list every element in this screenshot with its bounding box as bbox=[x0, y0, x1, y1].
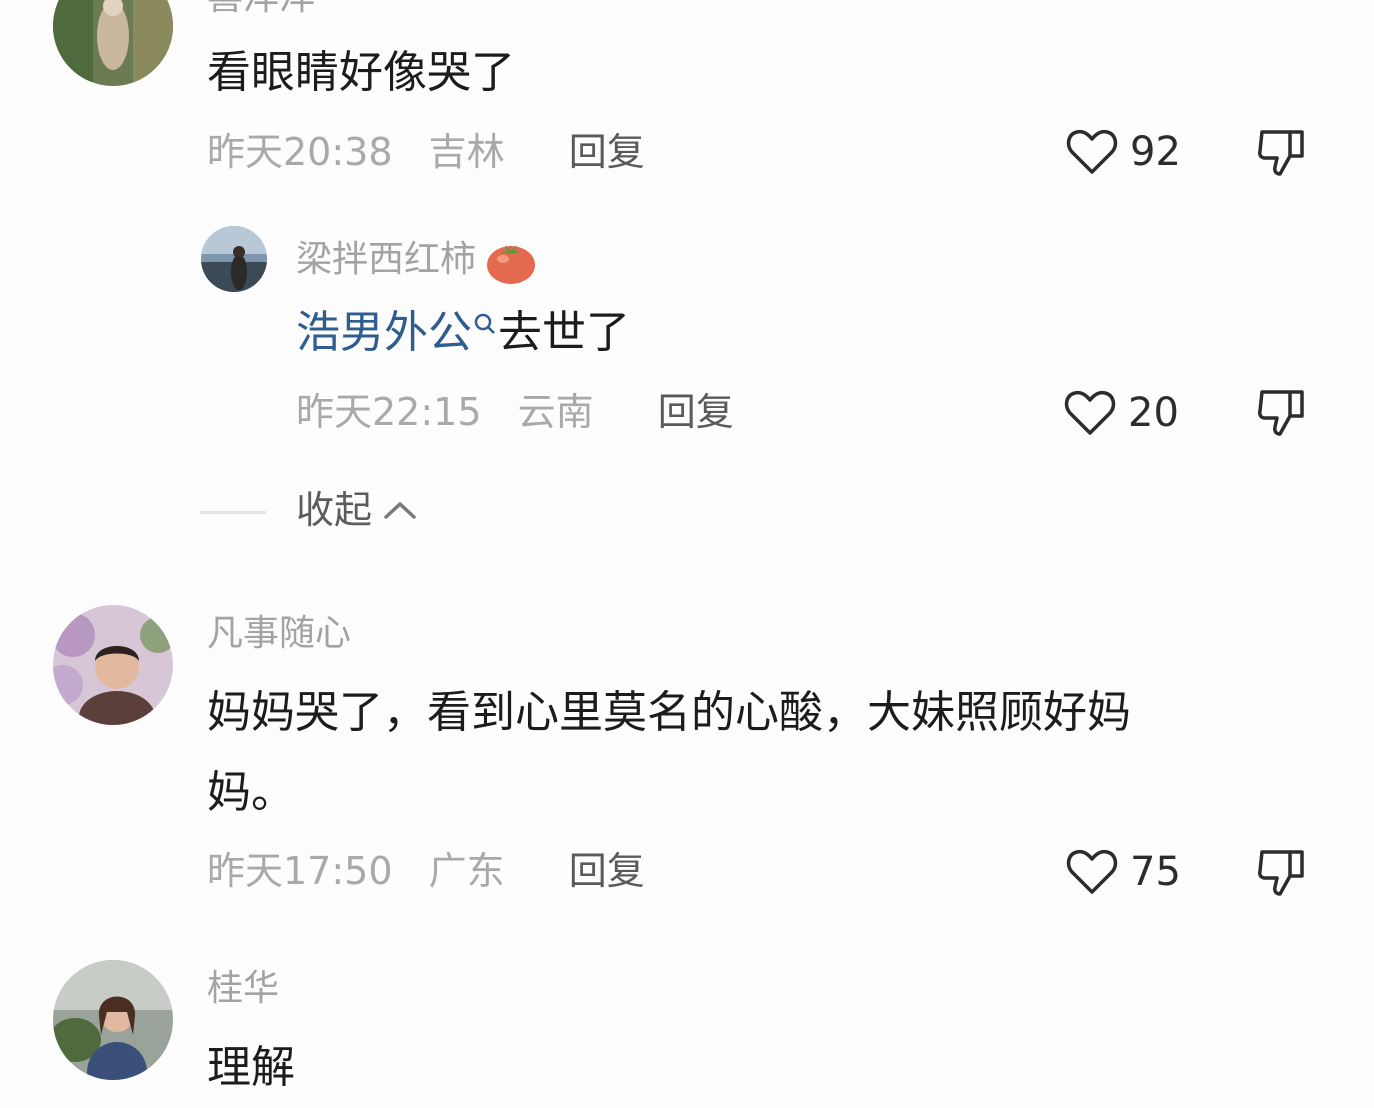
comment-username[interactable]: 凡事随心 bbox=[207, 616, 351, 652]
reply-button[interactable]: 回复 bbox=[658, 390, 734, 434]
collapse-divider bbox=[200, 511, 266, 514]
reply-username[interactable]: 梁拌西红柿 bbox=[296, 237, 537, 285]
comment-meta: 昨天20:38 吉林 回复 bbox=[207, 133, 645, 171]
comment-location: 吉林 bbox=[428, 130, 505, 174]
reply-button[interactable]: 回复 bbox=[569, 849, 645, 893]
search-icon bbox=[474, 313, 495, 334]
heart-outline-icon bbox=[1066, 849, 1118, 894]
avatar[interactable] bbox=[53, 0, 173, 86]
thumbs-down-icon bbox=[1258, 390, 1304, 436]
like-count: 20 bbox=[1128, 390, 1179, 436]
like-button[interactable]: 20 bbox=[1064, 389, 1179, 437]
like-count: 75 bbox=[1130, 849, 1181, 895]
like-button[interactable]: 92 bbox=[1066, 128, 1181, 176]
reply-text: 浩男外公 去世了 bbox=[296, 307, 630, 358]
like-button[interactable]: 75 bbox=[1066, 848, 1181, 896]
reply-button[interactable]: 回复 bbox=[569, 130, 645, 174]
reply-meta: 昨天22:15 云南 回复 bbox=[296, 393, 734, 431]
comment-username[interactable]: 桂华 bbox=[207, 971, 279, 1007]
collapse-label: 收起 bbox=[296, 488, 373, 532]
collapse-button[interactable]: 收起 bbox=[296, 491, 420, 529]
mention-link[interactable]: 浩男外公 bbox=[296, 307, 472, 358]
comment-text-line: 妈。 bbox=[207, 767, 295, 818]
comment-text-line: 妈妈哭了，看到心里莫名的心酸，大妹照顾好妈 bbox=[207, 687, 1131, 738]
tomato-emoji bbox=[487, 245, 536, 284]
thumbs-down-icon bbox=[1258, 130, 1304, 176]
heart-outline-icon bbox=[1066, 129, 1118, 174]
dislike-button[interactable] bbox=[1256, 846, 1308, 902]
avatar[interactable] bbox=[201, 226, 267, 292]
chevron-up-icon bbox=[384, 502, 416, 519]
comment-username[interactable]: 喜洋洋 bbox=[207, 0, 315, 16]
comment-text: 看眼睛好像哭了 bbox=[207, 47, 515, 98]
comment-meta: 昨天17:50 广东 回复 bbox=[207, 852, 645, 890]
reply-location: 云南 bbox=[517, 390, 594, 434]
heart-outline-icon bbox=[1064, 390, 1116, 435]
comment-time: 昨天17:50 bbox=[207, 849, 393, 893]
comment-text: 妈妈哭了，看到心里莫名的心酸，大妹照顾好妈 妈。 bbox=[207, 673, 1307, 833]
comment-time: 昨天20:38 bbox=[207, 130, 393, 174]
comment-text: 理解 bbox=[207, 1042, 295, 1093]
avatar[interactable] bbox=[53, 605, 173, 725]
dislike-button[interactable] bbox=[1256, 126, 1308, 182]
thumbs-down-icon bbox=[1258, 850, 1304, 896]
avatar[interactable] bbox=[53, 960, 173, 1080]
comment-location: 广东 bbox=[428, 849, 505, 893]
dislike-button[interactable] bbox=[1256, 386, 1308, 442]
reply-time: 昨天22:15 bbox=[296, 390, 482, 434]
like-count: 92 bbox=[1130, 129, 1181, 175]
